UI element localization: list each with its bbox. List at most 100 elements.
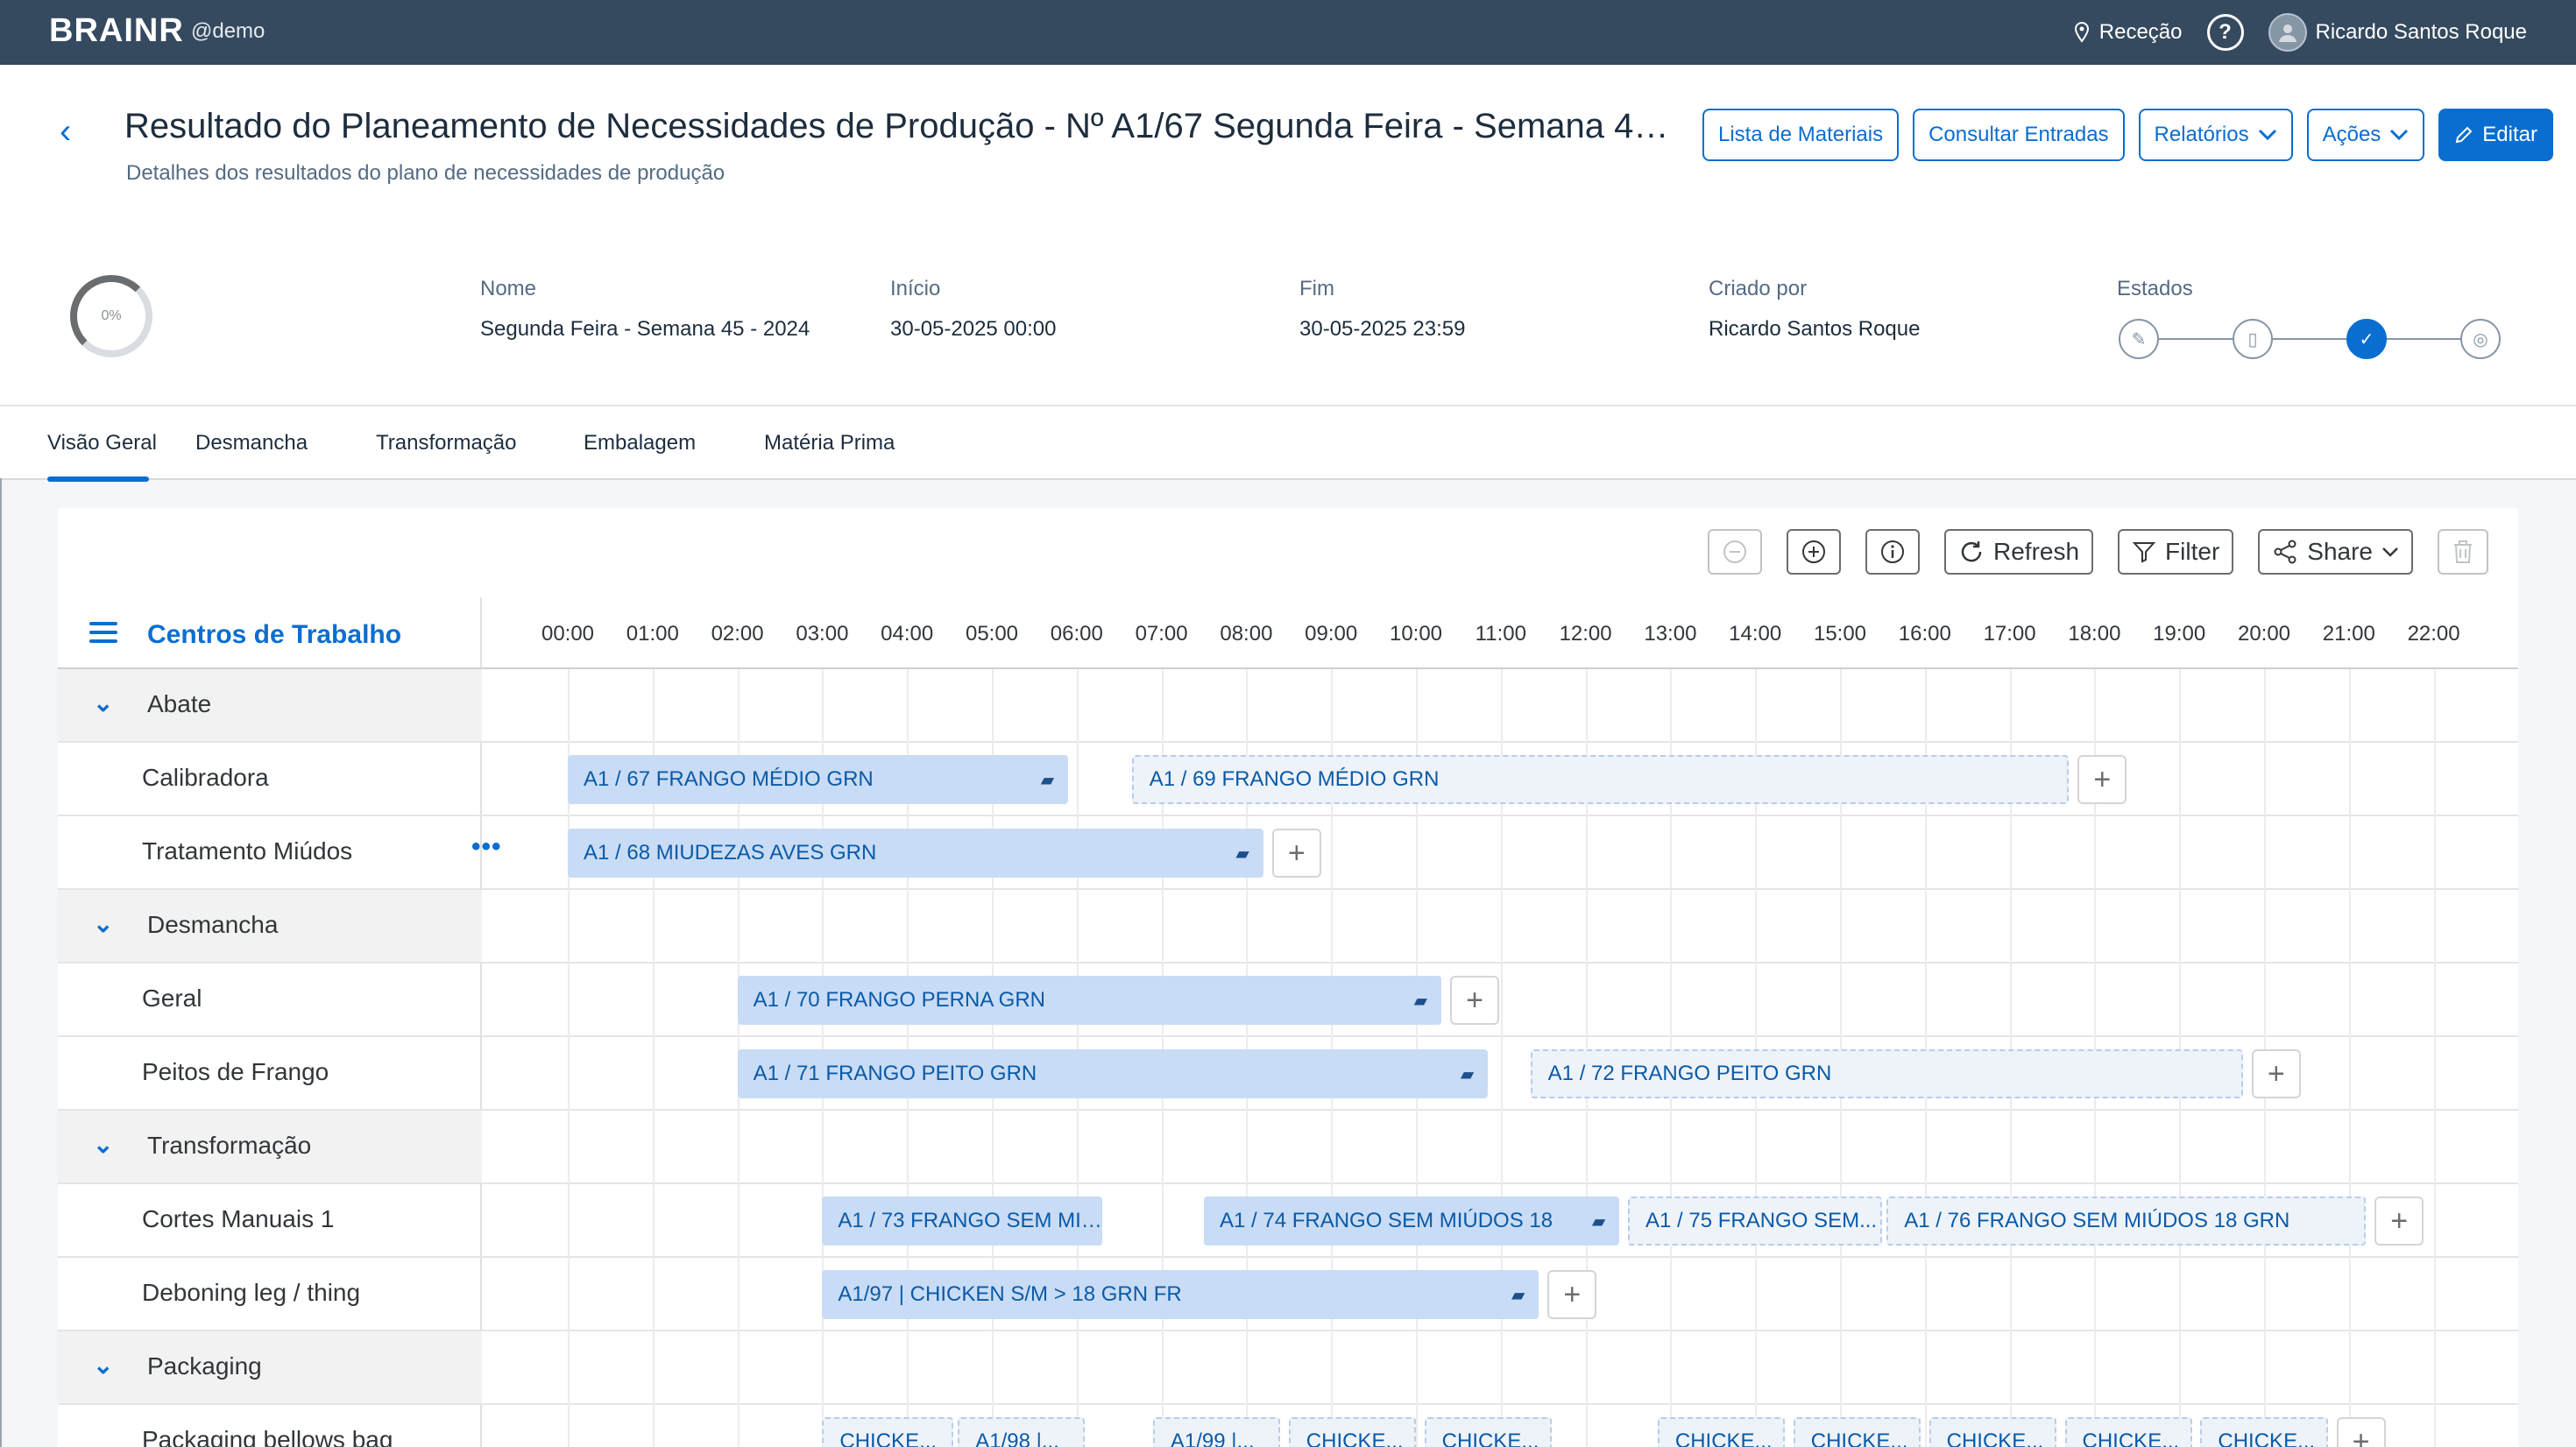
hour-tick: 03:00	[796, 622, 849, 646]
comment-icon[interactable]: ▰	[1592, 1211, 1605, 1232]
header-actions: Lista de Materiais Consultar Entradas Re…	[1702, 109, 2553, 161]
production-order-bar[interactable]: A1/97 | CHICKEN S/M > 18 GRN FR ▰	[822, 1270, 1539, 1319]
row-label-cell[interactable]: ⌄ Abate	[58, 669, 482, 741]
add-order-button[interactable]: +	[2374, 1196, 2424, 1246]
order-label: A1 / 73 FRANGO SEM MIÚDOS 18	[838, 1209, 1101, 1232]
info-button[interactable]	[1865, 529, 1920, 575]
materials-list-button[interactable]: Lista de Materiais	[1702, 109, 1900, 161]
zoom-in-icon	[1802, 540, 1825, 563]
work-centers-header: Centros de Trabalho	[58, 597, 482, 669]
row-label-cell[interactable]: ⌄ Desmancha	[58, 890, 482, 962]
filter-button[interactable]: Filter	[2118, 529, 2234, 575]
add-order-button[interactable]: +	[2077, 755, 2127, 804]
comment-icon[interactable]: ▰	[1041, 769, 1054, 791]
add-order-button[interactable]: +	[1271, 829, 1321, 878]
zoom-out-button[interactable]	[1708, 529, 1762, 575]
field-name: Nome Segunda Feira - Semana 45 - 2024	[480, 277, 810, 342]
consult-entries-button[interactable]: Consultar Entradas	[1913, 109, 2125, 161]
order-label: CHICKE...	[839, 1429, 938, 1447]
actions-button[interactable]: Ações	[2306, 109, 2425, 161]
tab-overview[interactable]: Visão Geral	[47, 431, 157, 455]
state-document-icon[interactable]: ▯	[2233, 319, 2273, 359]
user-menu[interactable]: Ricardo Santos Roque	[2268, 13, 2527, 52]
progress-indicator: 0%	[70, 275, 152, 357]
production-order-bar[interactable]: A1 / 75 FRANGO SEM...	[1628, 1196, 1883, 1246]
group-row: ⌄ Desmancha	[58, 890, 2518, 963]
chevron-down-icon[interactable]: ⌄	[93, 1351, 113, 1380]
tab-desmancha[interactable]: Desmancha	[195, 431, 308, 455]
add-order-button[interactable]: +	[1547, 1270, 1597, 1319]
user-name: Ricardo Santos Roque	[2315, 20, 2527, 44]
add-order-button[interactable]: +	[2251, 1049, 2301, 1098]
active-tab-indicator	[47, 476, 149, 482]
hour-tick: 12:00	[1559, 622, 1612, 646]
production-order-bar[interactable]: CHICKE...	[2064, 1417, 2192, 1447]
tab-transformacao[interactable]: Transformação	[376, 431, 517, 455]
hour-tick: 05:00	[965, 622, 1019, 646]
production-order-bar[interactable]: A1 / 72 FRANGO PEITO GRN	[1530, 1049, 2243, 1098]
state-draft-icon[interactable]: ✎	[2119, 319, 2159, 359]
field-value: 30-05-2025 23:59	[1299, 317, 1466, 341]
production-order-bar[interactable]: A1 / 74 FRANGO SEM MIÚDOS 18 ▰	[1204, 1196, 1620, 1246]
production-order-bar[interactable]: CHICKE...	[1928, 1417, 2056, 1447]
state-approved-icon[interactable]: ✓	[2346, 319, 2387, 359]
row-label-cell[interactable]: ⌄ Transformação	[58, 1111, 482, 1182]
production-order-bar[interactable]: CHICKE...	[1793, 1417, 1921, 1447]
hour-tick: 22:00	[2407, 622, 2460, 646]
production-order-bar[interactable]: A1/98 |...	[958, 1417, 1086, 1447]
zoom-in-button[interactable]	[1787, 529, 1841, 575]
hour-tick: 06:00	[1050, 622, 1103, 646]
state-locked-icon[interactable]: ◎	[2460, 319, 2501, 359]
location-selector[interactable]: Receção	[2073, 20, 2183, 45]
shell-bar: BRAINR @demo Receção ? Ricardo Santos Ro…	[0, 0, 2576, 65]
brand-logo[interactable]: BRAINR	[49, 12, 184, 50]
row-label-cell[interactable]: ⌄ Packaging	[58, 1331, 482, 1403]
comment-icon[interactable]: ▰	[1414, 990, 1427, 1012]
hour-gridline	[2433, 669, 2436, 1447]
reports-label: Relatórios	[2154, 123, 2249, 146]
order-label: A1 / 76 FRANGO SEM MIÚDOS 18 GRN	[1904, 1209, 2290, 1232]
hour-tick: 13:00	[1644, 622, 1697, 646]
back-button[interactable]: ‹	[60, 112, 71, 152]
add-order-button[interactable]: +	[1450, 976, 1500, 1025]
production-order-bar[interactable]: A1/99 |...	[1152, 1417, 1281, 1447]
production-order-bar[interactable]: A1 / 73 FRANGO SEM MIÚDOS 18	[822, 1196, 1102, 1246]
reports-button[interactable]: Relatórios	[2138, 109, 2293, 161]
chevron-down-icon[interactable]: ⌄	[93, 1130, 113, 1159]
production-order-bar[interactable]: A1 / 69 FRANGO MÉDIO GRN	[1131, 755, 2070, 804]
production-order-bar[interactable]: CHICKE...	[2200, 1417, 2328, 1447]
production-order-bar[interactable]: A1 / 76 FRANGO SEM MIÚDOS 18 GRN	[1886, 1196, 2367, 1246]
order-label: A1 / 75 FRANGO SEM...	[1645, 1209, 1878, 1232]
help-button[interactable]: ?	[2206, 14, 2244, 51]
hour-tick: 07:00	[1135, 622, 1188, 646]
delete-button[interactable]	[2438, 529, 2488, 575]
page-title: Resultado do Planeamento de Necessidades…	[124, 107, 1675, 145]
chevron-down-icon[interactable]: ⌄	[93, 688, 113, 717]
share-button[interactable]: Share	[2258, 529, 2413, 575]
tab-materia-prima[interactable]: Matéria Prima	[764, 431, 895, 455]
hour-tick: 14:00	[1729, 622, 1782, 646]
comment-icon[interactable]: ▰	[1235, 843, 1249, 865]
production-order-bar[interactable]: CHICKE...	[822, 1417, 954, 1447]
production-order-bar[interactable]: A1 / 70 FRANGO PERNA GRN ▰	[737, 976, 1442, 1025]
tab-embalagem[interactable]: Embalagem	[584, 431, 696, 455]
refresh-button[interactable]: Refresh	[1944, 529, 2094, 575]
order-label: CHICKE...	[1946, 1429, 2044, 1447]
production-order-bar[interactable]: CHICKE...	[1657, 1417, 1786, 1447]
comment-icon[interactable]: ▰	[1461, 1063, 1474, 1085]
hour-tick: 02:00	[711, 622, 764, 646]
group-row: ⌄ Transformação	[58, 1111, 2518, 1184]
more-options-icon[interactable]: •••	[471, 832, 502, 862]
production-order-bar[interactable]: A1 / 71 FRANGO PEITO GRN ▰	[737, 1049, 1489, 1098]
production-order-bar[interactable]: A1 / 68 MIUDEZAS AVES GRN ▰	[568, 829, 1263, 878]
production-order-bar[interactable]: A1 / 67 FRANGO MÉDIO GRN ▰	[568, 755, 1069, 804]
edit-button[interactable]: Editar	[2438, 109, 2553, 161]
hamburger-menu-icon[interactable]	[89, 622, 117, 648]
production-order-bar[interactable]: CHICKE...	[1288, 1417, 1416, 1447]
production-order-bar[interactable]: CHICKE...	[1424, 1417, 1552, 1447]
add-order-button[interactable]: +	[2336, 1417, 2386, 1447]
comment-icon[interactable]: ▰	[1511, 1284, 1525, 1306]
order-label: CHICKE...	[1674, 1429, 1773, 1447]
row-label: Peitos de Frango	[142, 1058, 329, 1085]
chevron-down-icon[interactable]: ⌄	[93, 909, 113, 938]
